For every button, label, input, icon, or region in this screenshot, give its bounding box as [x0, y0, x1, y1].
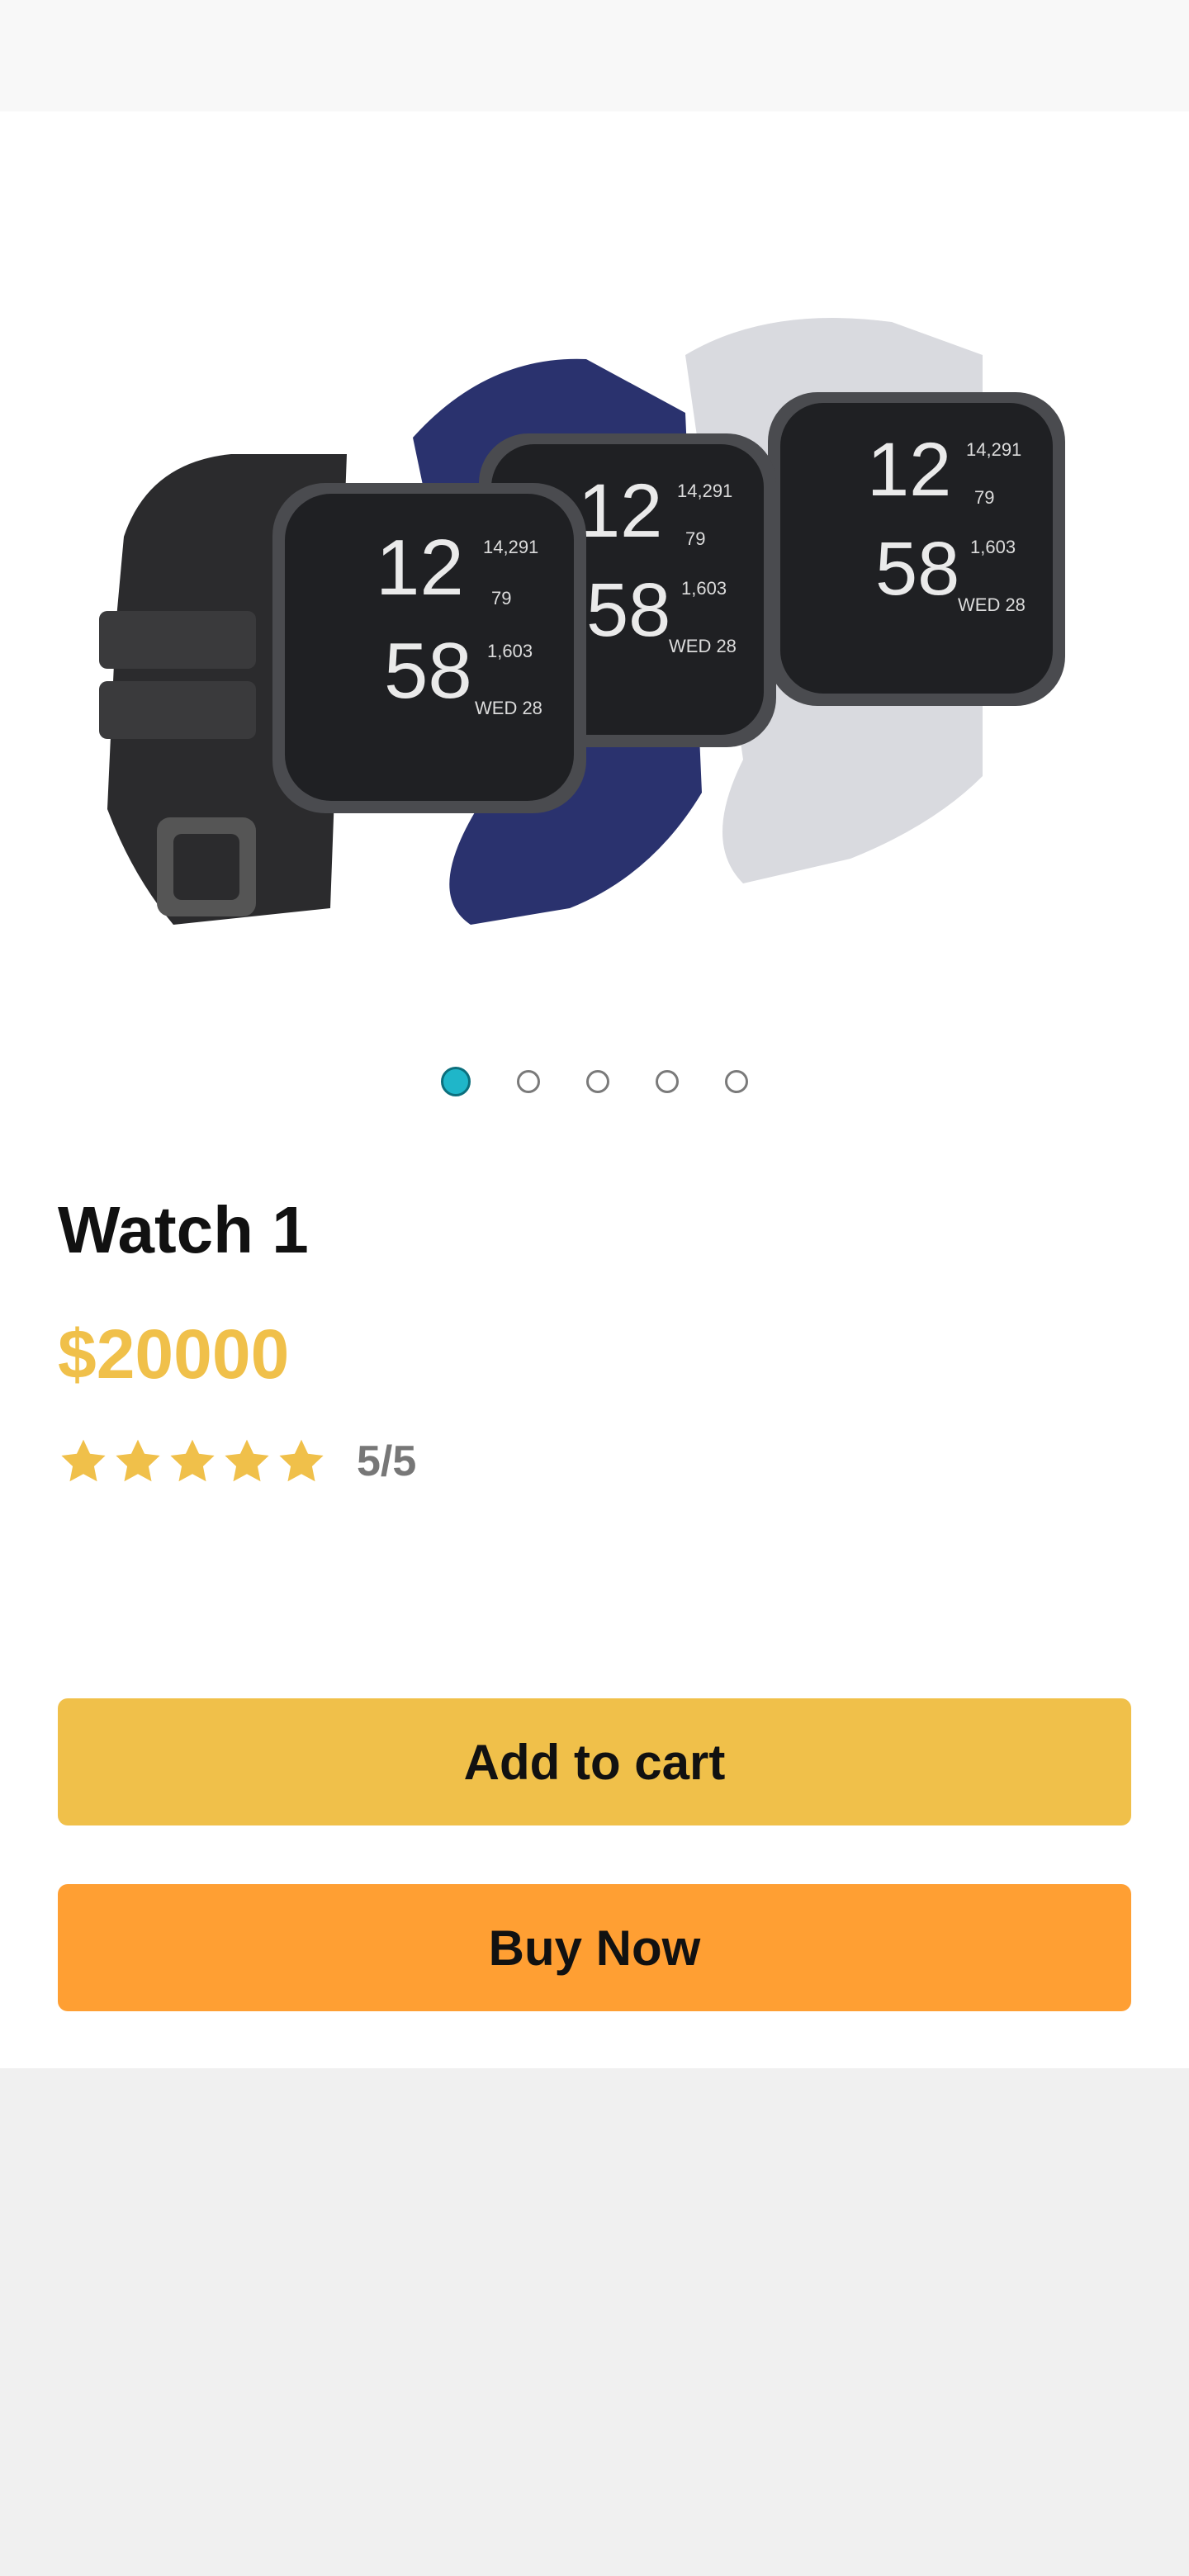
grey-watch-minute: 58 — [875, 527, 959, 611]
product-price: $20000 — [58, 1315, 290, 1393]
buy-now-button[interactable]: Buy Now — [58, 1884, 1131, 2011]
black-watch-date: WED 28 — [475, 698, 542, 718]
navy-watch-date: WED 28 — [669, 636, 737, 656]
grey-watch-steps: 14,291 — [966, 439, 1021, 460]
star-icon — [170, 1439, 215, 1482]
black-watch-hour: 12 — [376, 523, 464, 612]
carousel-dot-2[interactable] — [517, 1070, 540, 1093]
black-watch-calories: 1,603 — [487, 641, 533, 661]
grey-watch-date: WED 28 — [958, 594, 1026, 615]
product-rating: 5/5 — [58, 1428, 416, 1494]
navy-watch-steps: 14,291 — [677, 481, 732, 501]
star-icon — [61, 1439, 106, 1482]
carousel-dot-5[interactable] — [725, 1070, 748, 1093]
rating-text: 5/5 — [357, 1437, 417, 1485]
product-image[interactable]: 12 58 14,291 79 1,603 WED 28 12 58 14,29… — [58, 165, 1131, 1007]
black-watch-minute: 58 — [384, 627, 472, 715]
carousel-dots — [0, 1065, 1189, 1098]
grey-watch-heart: 79 — [974, 487, 994, 508]
star-icon — [116, 1439, 160, 1482]
black-watch-steps: 14,291 — [483, 537, 538, 557]
carousel-dot-4[interactable] — [656, 1070, 679, 1093]
grey-watch-calories: 1,603 — [970, 537, 1016, 557]
carousel-dot-1[interactable] — [441, 1067, 471, 1096]
navy-watch-minute: 58 — [586, 568, 670, 652]
top-bar — [0, 0, 1189, 111]
star-icon — [279, 1439, 324, 1482]
rating-stars — [58, 1436, 327, 1487]
navy-watch-hour: 12 — [578, 469, 662, 553]
navy-watch-calories: 1,603 — [681, 578, 727, 599]
navy-watch-heart: 79 — [685, 528, 705, 549]
star-icon — [225, 1439, 269, 1482]
black-watch-heart: 79 — [491, 588, 511, 608]
carousel-dot-3[interactable] — [586, 1070, 609, 1093]
add-to-cart-button[interactable]: Add to cart — [58, 1698, 1131, 1825]
product-title: Watch 1 — [58, 1193, 309, 1267]
grey-watch-hour: 12 — [867, 428, 951, 512]
